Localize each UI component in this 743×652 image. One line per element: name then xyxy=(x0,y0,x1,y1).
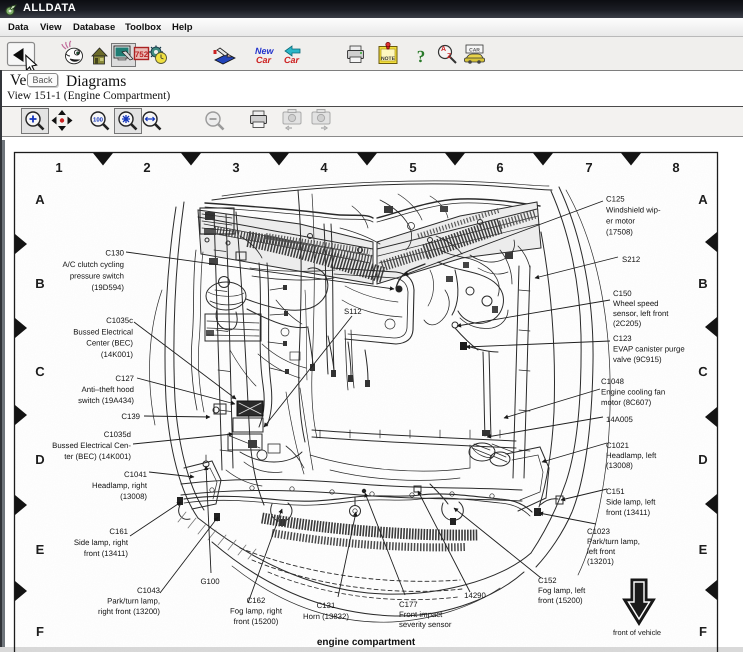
svg-text:D: D xyxy=(698,452,707,467)
svg-text:14290: 14290 xyxy=(464,591,486,600)
svg-text:Front impact: Front impact xyxy=(399,610,443,619)
svg-text:Windshield wip-: Windshield wip- xyxy=(606,206,661,215)
svg-text:5: 5 xyxy=(409,160,416,175)
svg-text:S212: S212 xyxy=(622,255,640,264)
svg-text:(17508): (17508) xyxy=(606,228,633,237)
svg-text:Horn (13832): Horn (13832) xyxy=(303,612,349,621)
svg-text:C1043: C1043 xyxy=(137,586,160,595)
svg-text:front (13411): front (13411) xyxy=(606,508,650,517)
svg-text:C162: C162 xyxy=(247,596,266,605)
svg-text:Side lamp, left: Side lamp, left xyxy=(606,498,656,507)
svg-text:C1023: C1023 xyxy=(587,527,610,536)
svg-text:1: 1 xyxy=(55,160,62,175)
svg-text:Fog lamp, left: Fog lamp, left xyxy=(538,586,586,595)
svg-text:front (15200): front (15200) xyxy=(538,596,583,605)
svg-text:C125: C125 xyxy=(606,195,625,204)
svg-text:C151: C151 xyxy=(606,487,625,496)
svg-text:Headlamp, left: Headlamp, left xyxy=(606,451,657,460)
svg-text:8: 8 xyxy=(672,160,679,175)
svg-text:valve (9C915): valve (9C915) xyxy=(613,355,662,364)
svg-text:Engine cooling fan: Engine cooling fan xyxy=(601,388,665,397)
svg-text:C: C xyxy=(35,364,45,379)
svg-text:(14K001): (14K001) xyxy=(101,350,133,359)
svg-text:C161: C161 xyxy=(109,527,128,536)
svg-text:C1041: C1041 xyxy=(124,470,147,479)
svg-text:C127: C127 xyxy=(115,374,134,383)
svg-text:D: D xyxy=(35,452,44,467)
svg-text:Bussed Electrical Cen-: Bussed Electrical Cen- xyxy=(52,441,131,450)
svg-text:C1035c: C1035c xyxy=(106,316,133,325)
svg-text:Side lamp, right: Side lamp, right xyxy=(74,538,129,547)
svg-text:er motor: er motor xyxy=(606,217,635,226)
svg-text:severity sensor: severity sensor xyxy=(399,620,452,629)
svg-text:Headlamp, right: Headlamp, right xyxy=(92,481,148,490)
svg-text:C123: C123 xyxy=(613,334,632,343)
svg-text:F: F xyxy=(36,624,44,639)
svg-text:S112: S112 xyxy=(344,307,362,316)
svg-text:E: E xyxy=(36,542,45,557)
svg-text:C139: C139 xyxy=(121,412,140,421)
svg-text:motor (8C607): motor (8C607) xyxy=(601,398,652,407)
svg-text:B: B xyxy=(698,276,707,291)
svg-text:G100: G100 xyxy=(200,577,220,586)
svg-text:14A005: 14A005 xyxy=(606,415,634,424)
svg-text:C1021: C1021 xyxy=(606,441,629,450)
svg-text:(2C205): (2C205) xyxy=(613,319,642,328)
svg-text:Park/turn lamp,: Park/turn lamp, xyxy=(587,537,640,546)
svg-text:(19D594): (19D594) xyxy=(91,283,124,292)
svg-text:Fog lamp, right: Fog lamp, right xyxy=(230,607,283,616)
svg-text:E: E xyxy=(699,542,708,557)
svg-text:pressure switch: pressure switch xyxy=(70,272,124,281)
svg-text:A: A xyxy=(35,192,45,207)
svg-text:4: 4 xyxy=(320,160,328,175)
svg-text:(13008): (13008) xyxy=(606,461,633,470)
svg-text:C1035d: C1035d xyxy=(104,430,131,439)
svg-text:C150: C150 xyxy=(613,289,632,298)
svg-text:A: A xyxy=(698,192,708,207)
svg-text:left front: left front xyxy=(587,547,616,556)
svg-text:front (15200): front (15200) xyxy=(234,617,279,626)
svg-text:C: C xyxy=(698,364,708,379)
svg-text:Center (BEC): Center (BEC) xyxy=(86,339,133,348)
svg-text:right front (13200): right front (13200) xyxy=(98,607,160,616)
svg-text:C177: C177 xyxy=(399,600,418,609)
svg-text:F: F xyxy=(699,624,707,639)
svg-text:EVAP canister purge: EVAP canister purge xyxy=(613,345,685,354)
svg-text:(13201): (13201) xyxy=(587,557,614,566)
svg-text:Park/turn lamp,: Park/turn lamp, xyxy=(107,597,160,606)
svg-text:Wheel speed: Wheel speed xyxy=(613,299,659,308)
svg-text:C131: C131 xyxy=(317,601,336,610)
svg-text:front (13411): front (13411) xyxy=(84,549,128,558)
svg-text:B: B xyxy=(35,276,44,291)
svg-text:Anti–theft hood: Anti–theft hood xyxy=(82,385,134,394)
svg-text:switch (19A434): switch (19A434) xyxy=(78,396,134,405)
svg-text:6: 6 xyxy=(496,160,503,175)
svg-text:Bussed Electrical: Bussed Electrical xyxy=(73,327,133,336)
svg-text:7: 7 xyxy=(585,160,592,175)
svg-text:2: 2 xyxy=(143,160,150,175)
svg-text:engine compartment: engine compartment xyxy=(317,637,416,648)
svg-text:sensor, left front: sensor, left front xyxy=(613,309,669,318)
svg-text:(13008): (13008) xyxy=(120,492,147,501)
svg-text:front of vehicle: front of vehicle xyxy=(613,628,661,637)
svg-text:C130: C130 xyxy=(105,249,124,258)
svg-text:A/C clutch cycling: A/C clutch cycling xyxy=(62,260,124,269)
svg-text:ter (BEC) (14K001): ter (BEC) (14K001) xyxy=(64,452,131,461)
svg-text:C152: C152 xyxy=(538,576,557,585)
svg-text:C1048: C1048 xyxy=(601,377,624,386)
svg-text:3: 3 xyxy=(232,160,239,175)
